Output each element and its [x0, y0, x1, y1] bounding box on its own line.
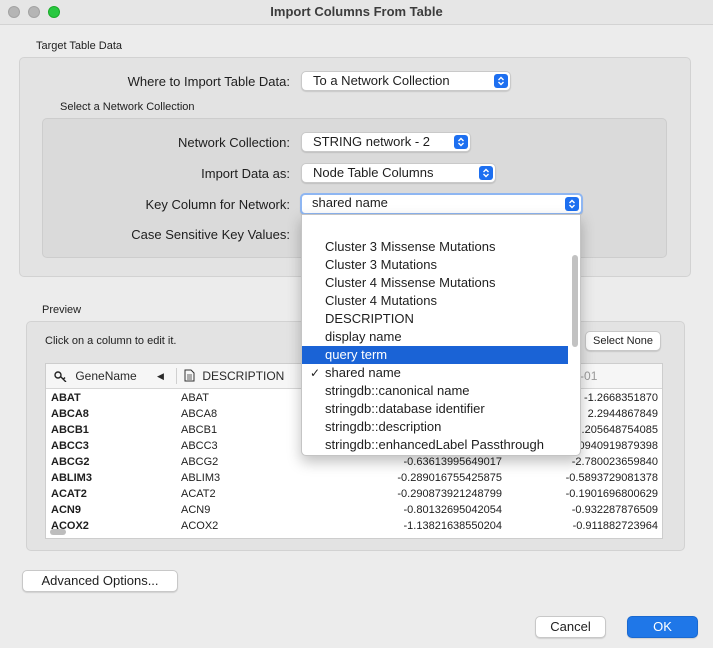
table-cell-v2: -1.2668351870	[583, 392, 658, 404]
table-row: ACOX2 ACOX2 -1.13821638550204 -0.9118827239…	[46, 518, 662, 534]
table-cell-v2: -0.911882723964	[572, 520, 658, 532]
network-collection-value: STRING network - 2	[313, 134, 431, 149]
column-header-description[interactable]: DESCRIPTION	[184, 364, 284, 388]
table-cell-v1: -0.289016755425875	[397, 472, 502, 484]
network-collection-label: Network Collection:	[178, 135, 290, 150]
table-cell-desc: ABCA8	[181, 408, 218, 420]
table-cell-desc: ABCC3	[181, 440, 218, 452]
dropdown-option-label: query term	[325, 347, 388, 362]
dialog-body: Target Table Data Where to Import Table …	[0, 25, 713, 648]
key-column-value: shared name	[312, 195, 388, 210]
import-data-as-value: Node Table Columns	[313, 165, 434, 180]
table-row: ABLIM3 ABLIM3 -0.289016755425875 -0.5893729…	[46, 470, 662, 486]
network-collection-select[interactable]: STRING network - 2	[301, 132, 471, 152]
table-cell-v2: -1.205648754085	[571, 424, 658, 436]
key-column-dropdown-list[interactable]: Cluster 3 Missense Mutations Cluster 3 Mu…	[301, 214, 581, 456]
table-cell-gene: ACAT2	[51, 488, 87, 500]
preview-label: Preview	[42, 304, 82, 316]
document-icon	[184, 369, 195, 382]
table-cell-desc: ABCG2	[181, 456, 219, 468]
where-to-import-select[interactable]: To a Network Collection	[301, 71, 511, 91]
table-cell-gene: ACN9	[51, 504, 81, 516]
advanced-options-button[interactable]: Advanced Options...	[22, 570, 178, 592]
table-cell-gene: ABCC3	[51, 440, 89, 452]
horizontal-scrollbar-thumb[interactable]	[50, 529, 66, 535]
table-cell-gene: ABCG2	[51, 456, 90, 468]
table-cell-desc: ACOX2	[181, 520, 219, 532]
table-cell-v1: -0.80132695042054	[403, 504, 502, 516]
key-icon	[54, 371, 67, 383]
dropdown-option[interactable]: stringdb::database identifier	[302, 400, 568, 418]
table-cell-v2: 2.2944867849	[587, 408, 658, 420]
ok-button[interactable]: OK	[627, 616, 698, 638]
dropdown-option-label: Cluster 4 Mutations	[325, 293, 437, 308]
dropdown-option-label: Cluster 3 Missense Mutations	[325, 239, 496, 254]
dropdown-option-label: shared name	[325, 365, 401, 380]
table-row: ACAT2 ACAT2 -0.290873921248799 -0.190169680…	[46, 486, 662, 502]
dropdown-option[interactable]: DESCRIPTION	[302, 310, 568, 328]
import-data-as-label: Import Data as:	[201, 166, 290, 181]
dropdown-option[interactable]: query term	[302, 346, 568, 364]
table-cell-desc: ACN9	[181, 504, 211, 516]
dropdown-option-label: stringdb::canonical name	[325, 383, 470, 398]
dropdown-option[interactable]: display name	[302, 328, 568, 346]
import-data-as-select[interactable]: Node Table Columns	[301, 163, 496, 183]
dropdown-option[interactable]: ✓ shared name	[302, 364, 568, 382]
table-cell-gene: ABAT	[51, 392, 81, 404]
column-collapse-left-icon[interactable]: ◀	[157, 364, 164, 388]
table-cell-v2: -0.5893729081378	[565, 472, 658, 484]
dropdown-option-label: stringdb::description	[325, 419, 442, 434]
dropdown-option[interactable]: stringdb::description	[302, 418, 568, 436]
table-cell-desc: ACAT2	[181, 488, 216, 500]
target-table-data-label: Target Table Data	[36, 40, 123, 52]
popup-stepper-icon	[454, 135, 468, 149]
dropdown-option[interactable]: Cluster 4 Mutations	[302, 292, 568, 310]
table-row: ACN9 ACN9 -0.80132695042054 -0.932287876509	[46, 502, 662, 518]
table-cell-v1: -1.13821638550204	[403, 520, 502, 532]
dropdown-option[interactable]: stringdb::canonical name	[302, 382, 568, 400]
column-divider	[176, 368, 177, 384]
column-header-label: GeneName	[75, 369, 137, 383]
column-header-genename[interactable]: GeneName	[54, 364, 137, 388]
dropdown-option[interactable]: Cluster 3 Mutations	[302, 256, 568, 274]
dropdown-option[interactable]: Cluster 3 Missense Mutations	[302, 238, 568, 256]
key-column-select[interactable]: shared name	[300, 193, 583, 215]
key-column-label: Key Column for Network:	[145, 197, 291, 212]
table-row: ABCG2 ABCG2 -0.63613995649017 -2.7800236598…	[46, 454, 662, 470]
popup-stepper-icon	[494, 74, 508, 88]
preview-hint: Click on a column to edit it.	[45, 335, 177, 347]
cancel-button[interactable]: Cancel	[535, 616, 606, 638]
table-cell-gene: ABCB1	[51, 424, 89, 436]
table-cell-v1: -0.63613995649017	[403, 456, 502, 468]
dropdown-option-label: stringdb::enhancedLabel Passthrough	[325, 437, 544, 452]
dropdown-scrollbar-thumb[interactable]	[572, 255, 578, 347]
table-cell-desc: ABLIM3	[181, 472, 221, 484]
table-cell-desc: ABCB1	[181, 424, 218, 436]
window-title: Import Columns From Table	[270, 4, 443, 19]
column-header-label: DESCRIPTION	[202, 369, 285, 383]
where-to-import-label: Where to Import Table Data:	[127, 74, 290, 89]
dropdown-option-label: stringdb::database identifier	[325, 401, 485, 416]
dropdown-option[interactable]: Cluster 4 Missense Mutations	[302, 274, 568, 292]
table-cell-gene: ABLIM3	[51, 472, 92, 484]
dropdown-option-label: display name	[325, 329, 402, 344]
table-cell-desc: ABAT	[181, 392, 209, 404]
select-network-collection-label: Select a Network Collection	[60, 101, 195, 113]
dropdown-option-label: DESCRIPTION	[325, 311, 414, 326]
table-cell-v2: -0.1901696800629	[565, 488, 658, 500]
title-bar: Import Columns From Table	[0, 0, 713, 25]
table-cell-v2: -0.932287876509	[571, 504, 658, 516]
table-cell-gene: ABCA8	[51, 408, 89, 420]
dropdown-option-label: Cluster 4 Missense Mutations	[325, 275, 496, 290]
table-cell-v1: -0.290873921248799	[397, 488, 502, 500]
select-none-button[interactable]: Select None	[585, 331, 661, 351]
case-sensitive-label: Case Sensitive Key Values:	[131, 227, 290, 242]
dropdown-option-label: Cluster 3 Mutations	[325, 257, 437, 272]
dropdown-option[interactable]: stringdb::enhancedLabel Passthrough	[302, 436, 568, 454]
checkmark-icon: ✓	[310, 366, 321, 380]
popup-stepper-icon	[565, 197, 579, 211]
popup-stepper-icon	[479, 166, 493, 180]
table-cell-v2: -2.780023659840	[571, 456, 658, 468]
where-to-import-value: To a Network Collection	[313, 73, 450, 88]
